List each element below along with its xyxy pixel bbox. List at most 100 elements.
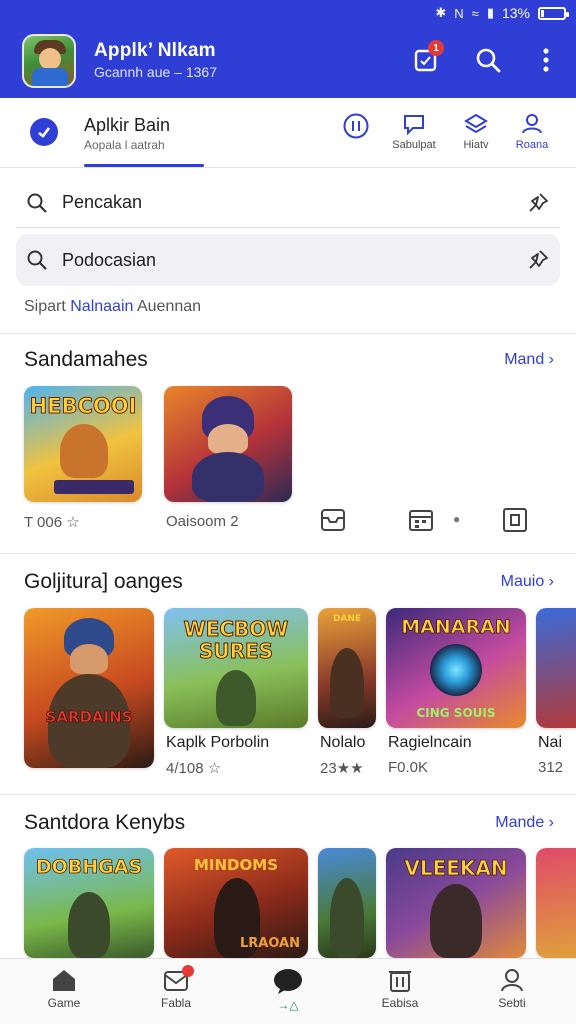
tile-art-text: WECBOW SURES: [183, 617, 289, 663]
section-more-link[interactable]: Mande ›: [495, 814, 554, 832]
nav-label: →△: [277, 998, 299, 1012]
more-vert-icon: [543, 48, 549, 72]
dot-icon: ●: [453, 512, 461, 526]
tile-art-text: SARDAINS: [45, 708, 133, 727]
tile-art-text: VLEEKAN: [404, 856, 508, 881]
signal-label: N: [454, 5, 464, 21]
section-title: Goljitura] oanges: [24, 570, 183, 593]
cell-signal-icon: ▮: [486, 5, 494, 20]
card-meta: 312: [538, 759, 564, 776]
pause-circle-icon: [343, 113, 369, 139]
nav-label: Sebti: [498, 996, 526, 1010]
search-input[interactable]: Pencakan: [16, 178, 560, 228]
section-more-link[interactable]: Mauio ›: [501, 573, 554, 591]
chat-icon: [404, 115, 424, 136]
bottom-navigation: Game Fabla →△ Eabisa Sebti: [0, 958, 576, 1024]
game-tile[interactable]: [536, 848, 576, 958]
notification-badge: 1: [428, 40, 444, 56]
search-icon: [27, 250, 47, 270]
orb-graphic: [430, 644, 482, 696]
game-tile[interactable]: [318, 848, 376, 958]
wifi-icon: ≈: [471, 5, 479, 21]
card-title: Ragielncain: [388, 734, 472, 751]
chat-bubble-icon: [274, 969, 302, 994]
divider: [0, 794, 576, 795]
nav-label: Fabla: [160, 996, 192, 1010]
character-figure: [430, 884, 482, 958]
tab-label: Sabulpat: [392, 139, 436, 151]
tile-art-text: MANARAN: [401, 616, 511, 639]
tab-label: Roana: [515, 139, 549, 151]
app-header: Applk’ Nlkam Gcannh aue – 1367 1: [0, 26, 576, 98]
pin-icon[interactable]: [526, 248, 550, 272]
search-icon: [476, 48, 501, 73]
bluetooth-icon: ✱: [435, 5, 447, 20]
game-tile[interactable]: DANE: [318, 608, 376, 728]
search-button[interactable]: [468, 40, 508, 80]
character-face: [208, 424, 248, 454]
star-icon: ☆: [66, 514, 80, 531]
battery-fill: [541, 9, 544, 17]
nav-sebti[interactable]: Sebti: [472, 967, 552, 1010]
secondary-search-input[interactable]: Podocasian: [16, 234, 560, 286]
section-more-link[interactable]: Mand ›: [504, 351, 554, 369]
status-bar: ✱ N ≈ ▮ 13%: [0, 0, 576, 26]
app-subtitle: Gcannh aue – 1367: [94, 64, 217, 80]
nav-badge: [182, 965, 194, 977]
app-title: Applk’ Nlkam: [94, 40, 216, 61]
calendar-icon[interactable]: [408, 508, 434, 532]
card-title: Kaplk Porbolin: [166, 734, 270, 751]
chevron-right-icon: ›: [548, 351, 554, 368]
game-tile[interactable]: VLEEKAN: [386, 848, 526, 958]
character-figure: [330, 648, 364, 718]
more-label: Mand: [504, 351, 545, 368]
layers-icon: [464, 113, 488, 134]
card-meta: F0.0K: [388, 759, 429, 776]
inbox-icon[interactable]: [320, 508, 346, 532]
nav-fabla[interactable]: Fabla: [136, 965, 216, 1010]
tile-art-text: MINDOMS: [194, 856, 278, 874]
tile-art-text: DOBHGAS: [35, 856, 143, 879]
star-icon: ★★: [336, 760, 364, 777]
game-tile[interactable]: SARDAINS: [24, 608, 154, 768]
card-meta: 4/108 ☆: [166, 760, 222, 777]
character-body: [192, 452, 264, 502]
tile-art-subtext: CING SOUIS: [416, 706, 496, 720]
game-tile[interactable]: [536, 608, 576, 728]
section-title: Sandamahes: [24, 348, 148, 371]
pin-icon[interactable]: [526, 191, 550, 215]
nav-eabisa[interactable]: Eabisa: [360, 967, 440, 1010]
game-tile[interactable]: MINDOMS LRAOAN: [164, 848, 308, 958]
suggestion-highlight: Nalnaain: [70, 298, 134, 315]
tile-art-text: HEBCOOI: [29, 394, 137, 419]
person-icon: [522, 114, 542, 134]
check-icon: [30, 118, 58, 146]
nav-label: Game: [47, 996, 81, 1010]
game-tile[interactable]: MANARAN CING SOUIS: [386, 608, 526, 728]
game-tile[interactable]: WECBOW SURES: [164, 608, 308, 728]
notifications-button[interactable]: 1: [406, 40, 446, 80]
app-logo[interactable]: [22, 34, 76, 88]
game-tile[interactable]: [164, 386, 292, 502]
character-figure: [68, 892, 110, 958]
square-icon[interactable]: [502, 507, 528, 533]
game-tile[interactable]: HEBCOOI: [24, 386, 142, 502]
tab-sabulpat[interactable]: Sabulpat: [384, 112, 444, 151]
tab-roana[interactable]: Roana: [502, 112, 562, 151]
tile-art-text: DANE: [332, 614, 362, 624]
character-figure: [216, 670, 256, 726]
card-meta: 23★★: [320, 760, 364, 777]
star-icon: ☆: [207, 760, 222, 777]
nav-center[interactable]: →△: [248, 967, 328, 1012]
tab-main-title[interactable]: Aplkir Bain: [84, 115, 170, 136]
search-suggestion[interactable]: Sipart Nalnaain Auennan: [24, 298, 201, 316]
divider: [0, 333, 576, 334]
tab-hiatv[interactable]: Hiatv: [446, 112, 506, 151]
battery-icon: [538, 6, 569, 20]
divider: [0, 553, 576, 554]
more-options-button[interactable]: [526, 40, 566, 80]
tab-pause[interactable]: [326, 112, 386, 143]
logo-face: [39, 48, 61, 70]
nav-game[interactable]: Game: [24, 967, 104, 1010]
game-tile[interactable]: DOBHGAS: [24, 848, 154, 958]
